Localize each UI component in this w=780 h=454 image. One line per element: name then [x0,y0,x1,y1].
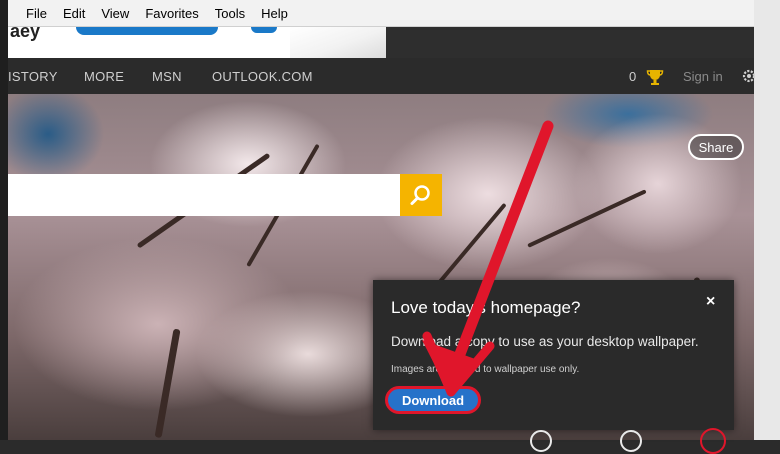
banner-graphic [290,27,386,58]
sign-in-link[interactable]: Sign in [683,69,723,84]
banner-pill-button[interactable] [76,27,218,35]
menu-help[interactable]: Help [261,6,288,21]
nav-outlook[interactable]: OUTLOOK.COM [212,69,313,84]
download-button[interactable]: Download [385,386,481,414]
banner-circle-icon [251,27,277,33]
search-icon [410,185,430,205]
search-button[interactable] [400,174,442,216]
search-input[interactable] [8,174,400,216]
trophy-icon[interactable] [646,68,664,86]
popup-note: Images are licensed to wallpaper use onl… [391,364,580,375]
bottom-nav-icon[interactable] [530,430,552,452]
tree-branch [527,189,647,248]
window-scrollbar[interactable] [753,0,780,440]
bottom-nav-icon[interactable] [620,430,642,452]
top-banner: aey [8,21,754,58]
menu-bar: File Edit View Favorites Tools Help [8,0,754,27]
nav-history[interactable]: ISTORY [8,69,58,84]
banner-partial-text: aey [10,21,41,41]
menu-file[interactable]: File [26,6,47,21]
nav-bar: ISTORY MORE MSN OUTLOOK.COM 0 Sign in [8,58,757,94]
menu-favorites[interactable]: Favorites [145,6,198,21]
share-button[interactable]: Share [688,134,744,160]
bottom-nav-icon[interactable] [700,428,726,454]
wallpaper-popup: Love today's homepage? × Download a copy… [373,280,734,430]
menu-edit[interactable]: Edit [63,6,85,21]
banner-card: aey [8,21,386,58]
popup-body: Download a copy to use as your desktop w… [391,334,699,349]
nav-more[interactable]: MORE [84,69,124,84]
nav-msn[interactable]: MSN [152,69,182,84]
gear-icon[interactable] [741,68,757,84]
tree-trunk [154,328,181,439]
close-icon[interactable]: × [706,293,715,311]
menu-view[interactable]: View [101,6,129,21]
popup-title: Love today's homepage? [391,298,581,317]
menu-tools[interactable]: Tools [215,6,245,21]
window-left-border [0,0,8,440]
reward-count: 0 [629,69,637,84]
